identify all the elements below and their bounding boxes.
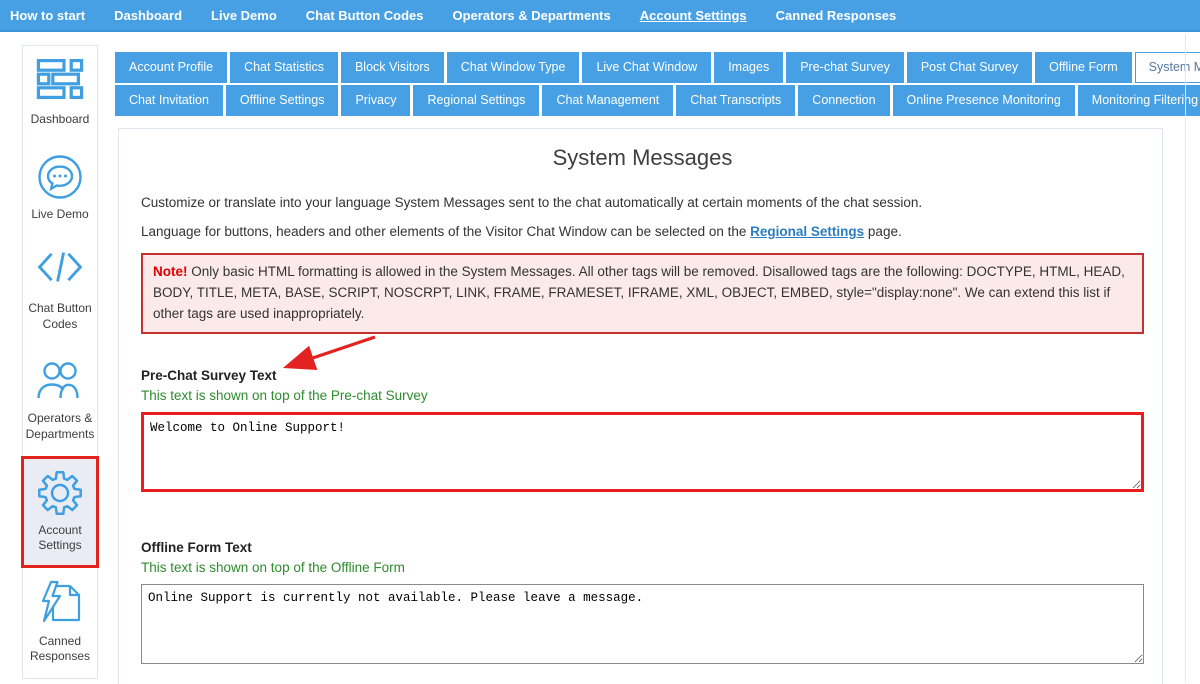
sidebar: Dashboard Live Demo [22,45,98,679]
tab-chat-transcripts[interactable]: Chat Transcripts [676,85,795,116]
tab-images[interactable]: Images [714,52,783,83]
page-title: System Messages [141,145,1144,171]
pre-chat-survey-textarea[interactable]: Welcome to Online Support! [141,412,1144,492]
offline-form-text-help: This text is shown on top of the Offline… [141,560,1144,575]
intro-paragraph-2: Language for buttons, headers and other … [141,224,1144,239]
sidebar-item-label: Chat Button Codes [25,301,95,332]
tab-connection[interactable]: Connection [798,85,889,116]
nav-dashboard[interactable]: Dashboard [114,8,182,23]
nav-account-settings[interactable]: Account Settings [640,8,747,23]
chat-bubble-icon [36,153,84,201]
offline-form-text-label: Offline Form Text [141,540,1144,555]
nav-live-demo[interactable]: Live Demo [211,8,277,23]
people-icon [35,357,85,405]
sidebar-item-dashboard[interactable]: Dashboard [23,46,97,141]
nav-operators-departments[interactable]: Operators & Departments [453,8,611,23]
main-area: Account Profile Chat Statistics Block Vi… [115,32,1200,684]
note-text: Only basic HTML formatting is allowed in… [153,264,1125,321]
system-messages-panel: System Messages Customize or translate i… [118,128,1163,684]
dashboard-icon [36,58,84,106]
lightning-document-icon [37,580,83,628]
nav-canned-responses[interactable]: Canned Responses [776,8,897,23]
sidebar-item-label: Operators & Departments [25,411,95,442]
intro-2-text-before: Language for buttons, headers and other … [141,224,750,239]
sidebar-item-label: Dashboard [31,112,90,128]
sidebar-item-label: Canned Responses [25,634,95,665]
nav-how-to-start[interactable]: How to start [10,8,85,23]
tab-post-chat-survey[interactable]: Post Chat Survey [907,52,1032,83]
sidebar-item-label: Live Demo [31,207,88,223]
settings-tabs-row-1: Account Profile Chat Statistics Block Vi… [115,52,1200,83]
regional-settings-link[interactable]: Regional Settings [750,224,864,239]
tab-offline-settings[interactable]: Offline Settings [226,85,339,116]
sidebar-item-canned-responses[interactable]: Canned Responses [23,568,97,678]
intro-2-text-after: page. [864,224,902,239]
note-box: Note! Only basic HTML formatting is allo… [141,253,1144,334]
sidebar-item-live-demo[interactable]: Live Demo [23,141,97,236]
tab-system-messages[interactable]: System Messages [1135,52,1200,83]
note-label: Note! [153,264,188,279]
settings-tabs-row-2: Chat Invitation Offline Settings Privacy… [115,85,1200,116]
pre-chat-survey-text-help: This text is shown on top of the Pre-cha… [141,388,1144,403]
top-navigation: How to start Dashboard Live Demo Chat Bu… [0,0,1200,32]
red-annotation-arrow [277,333,379,375]
tab-offline-form[interactable]: Offline Form [1035,52,1132,83]
tab-online-presence-monitoring[interactable]: Online Presence Monitoring [893,85,1075,116]
sidebar-item-account-settings[interactable]: Account Settings [21,456,99,568]
tab-block-visitors[interactable]: Block Visitors [341,52,444,83]
tab-monitoring-filtering[interactable]: Monitoring Filtering [1078,85,1200,116]
sidebar-item-chat-button-codes[interactable]: Chat Button Codes [23,235,97,345]
page-right-border [1185,34,1186,682]
tab-chat-management[interactable]: Chat Management [542,85,673,116]
nav-chat-button-codes[interactable]: Chat Button Codes [306,8,424,23]
offline-form-textarea[interactable]: Online Support is currently not availabl… [141,584,1144,664]
tab-chat-statistics[interactable]: Chat Statistics [230,52,338,83]
tab-privacy[interactable]: Privacy [341,85,410,116]
tab-account-profile[interactable]: Account Profile [115,52,227,83]
gear-icon [36,469,84,517]
tab-regional-settings[interactable]: Regional Settings [413,85,539,116]
sidebar-item-operators-departments[interactable]: Operators & Departments [23,345,97,455]
code-icon [36,247,84,295]
sidebar-item-label: Account Settings [24,523,96,554]
page-body: Dashboard Live Demo [0,32,1200,682]
pre-chat-survey-text-field: Pre-Chat Survey Text This text is shown … [141,368,1144,492]
tab-chat-invitation[interactable]: Chat Invitation [115,85,223,116]
intro-paragraph-1: Customize or translate into your languag… [141,195,1144,210]
tab-pre-chat-survey[interactable]: Pre-chat Survey [786,52,904,83]
tab-live-chat-window[interactable]: Live Chat Window [582,52,711,83]
tab-chat-window-type[interactable]: Chat Window Type [447,52,580,83]
offline-form-text-field: Offline Form Text This text is shown on … [141,540,1144,664]
